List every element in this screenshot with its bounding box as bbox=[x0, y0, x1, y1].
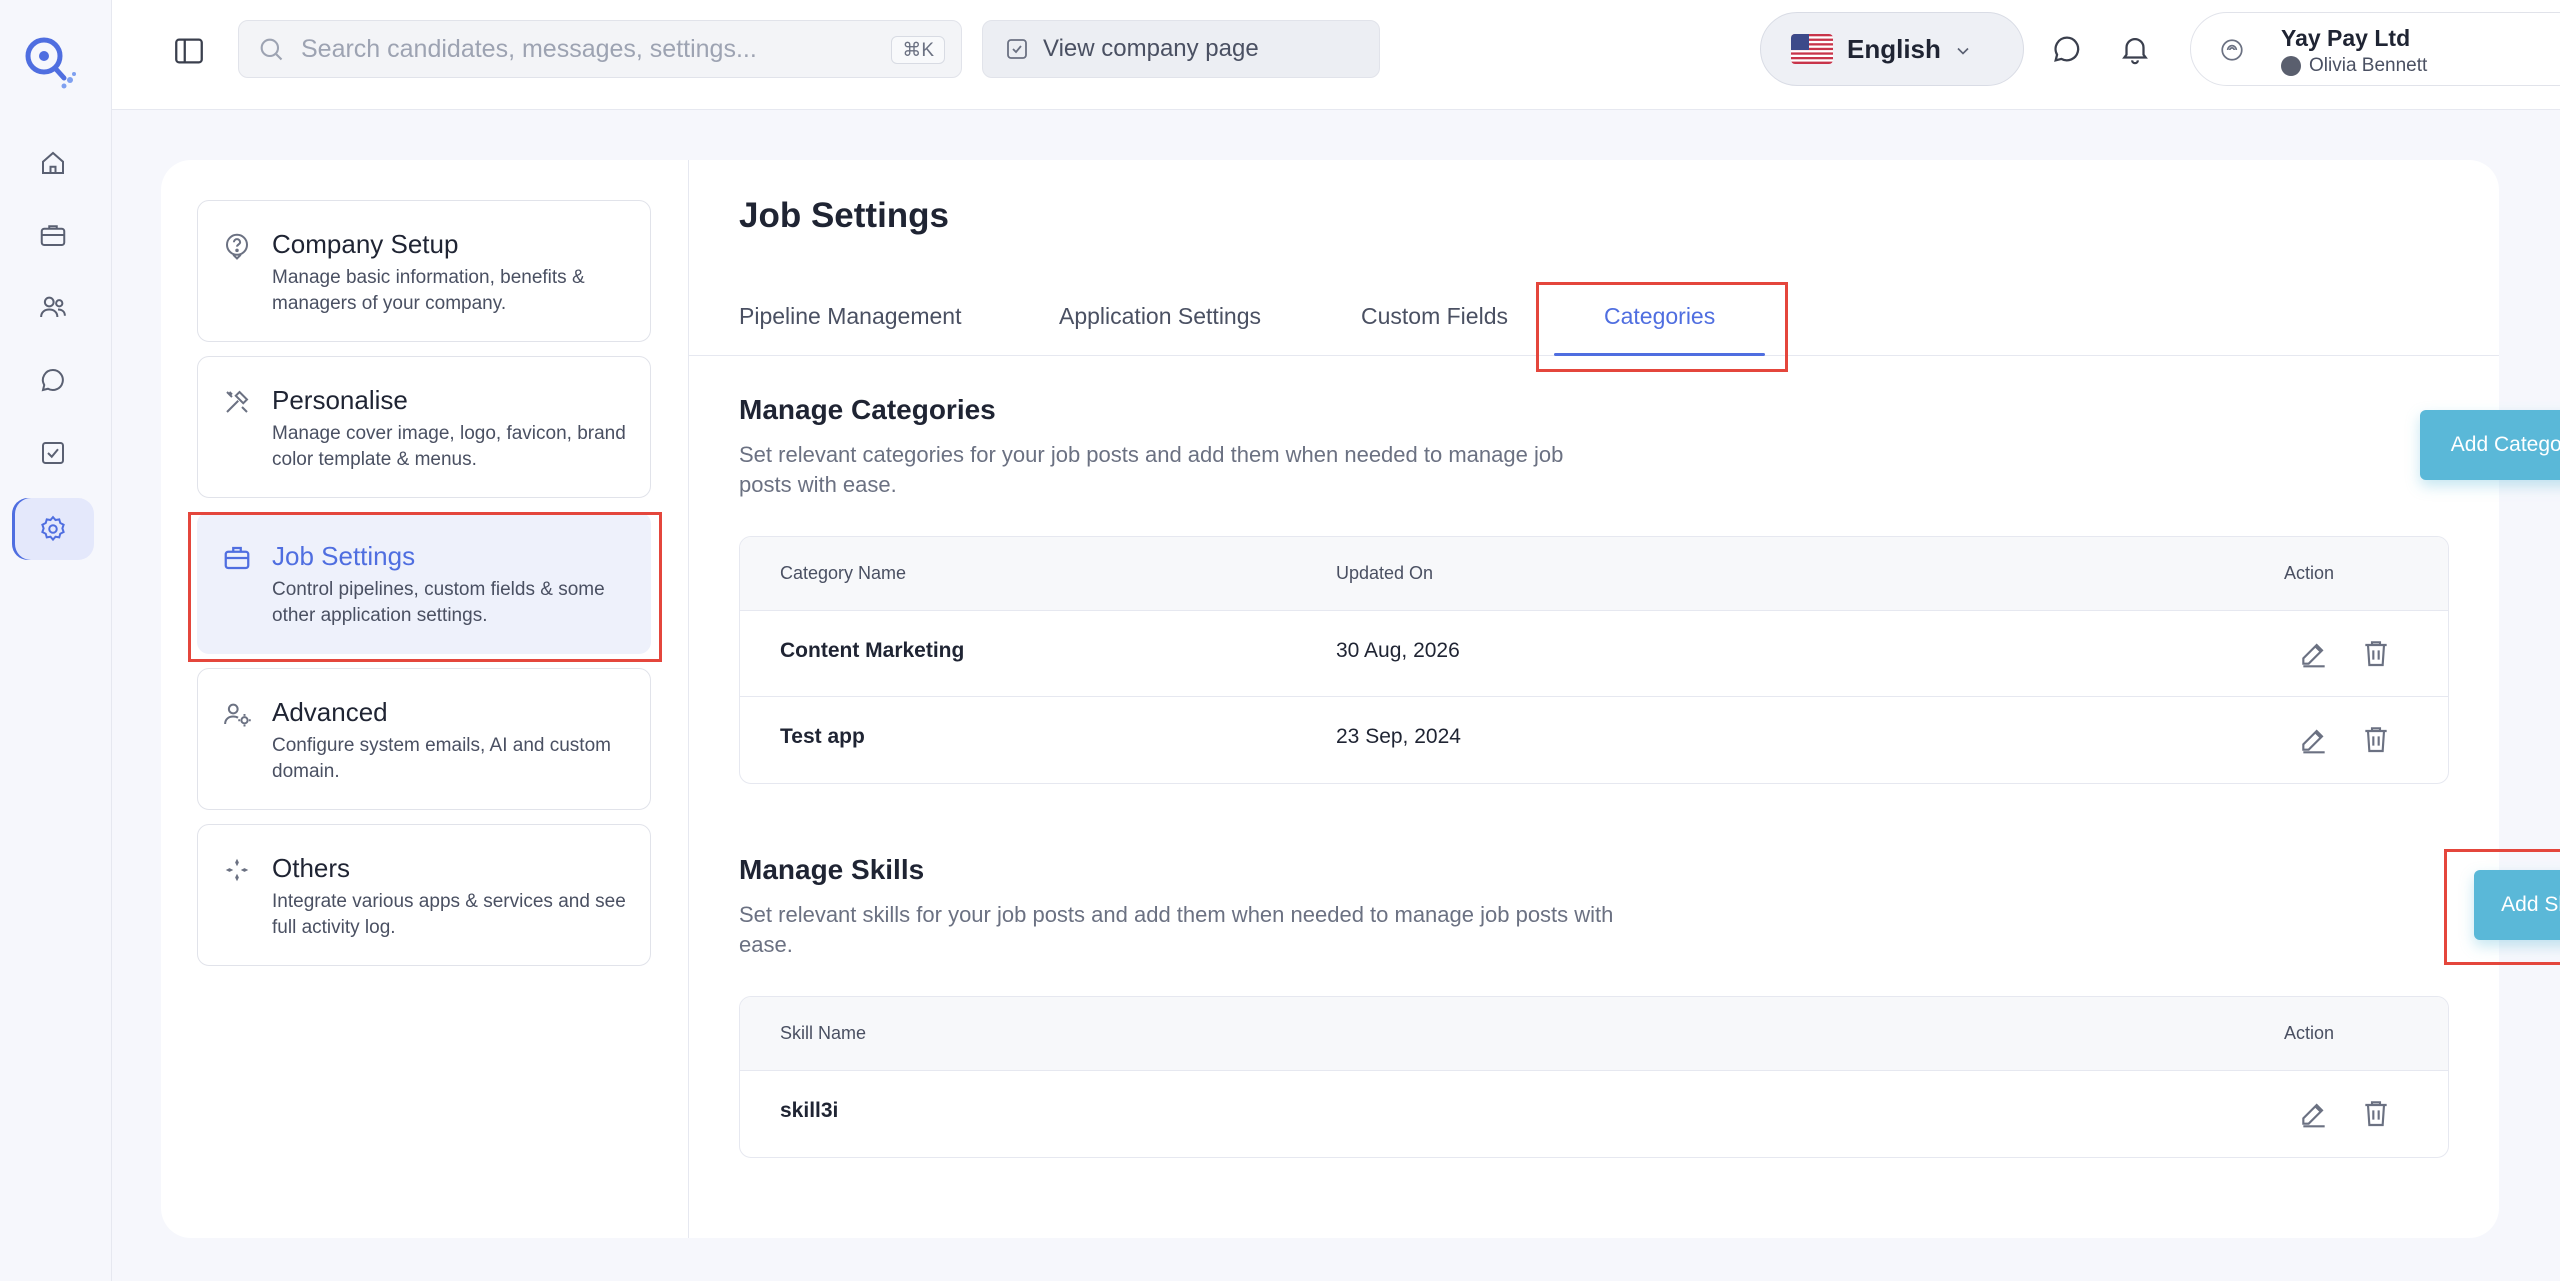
edit-icon[interactable] bbox=[2298, 723, 2330, 755]
nav-description: Control pipelines, custom fields & some … bbox=[272, 579, 605, 626]
edit-icon[interactable] bbox=[2298, 637, 2330, 669]
tab-custom-fields[interactable]: Custom Fields bbox=[1361, 296, 1508, 356]
skills-description: Set relevant skills for your job posts a… bbox=[739, 902, 1614, 957]
check-square-icon bbox=[1007, 39, 1027, 59]
sidebar-toggle-icon[interactable] bbox=[172, 34, 206, 68]
table-row: Content Marketing 30 Aug, 2026 bbox=[740, 611, 2448, 697]
add-skill-button[interactable]: Add Skill bbox=[2474, 870, 2560, 940]
edit-icon[interactable] bbox=[2298, 1097, 2330, 1129]
help-circle-icon bbox=[226, 233, 248, 260]
nav-title: Personalise bbox=[272, 385, 408, 415]
language-label: English bbox=[1847, 33, 1941, 64]
categories-table: Category Name Updated On Action Content … bbox=[739, 536, 2449, 784]
users-icon bbox=[40, 296, 66, 318]
column-header: Action bbox=[2284, 1023, 2335, 1043]
settings-card: Company Setup Manage basic information, … bbox=[161, 160, 2560, 1238]
app-rail bbox=[0, 0, 112, 1281]
view-company-label: View company page bbox=[1043, 35, 1259, 62]
category-name: Test app bbox=[780, 725, 865, 748]
nav-description: Integrate various apps & services and se… bbox=[272, 891, 626, 938]
updated-on: 23 Sep, 2024 bbox=[1336, 725, 1461, 748]
tab-bar: Pipeline Management Application Settings… bbox=[689, 296, 2499, 356]
nav-title: Job Settings bbox=[272, 541, 416, 571]
account-menu[interactable]: Yay Pay Ltd Olivia Bennett bbox=[2190, 12, 2560, 86]
table-header: Category Name Updated On Action bbox=[740, 537, 2448, 611]
app-logo[interactable] bbox=[16, 30, 80, 90]
rail-candidates[interactable] bbox=[12, 276, 94, 338]
user-info: Olivia Bennett bbox=[2281, 55, 2427, 77]
company-name: Yay Pay Ltd bbox=[2281, 25, 2411, 51]
categories-title: Manage Categories bbox=[739, 394, 996, 425]
nav-job-settings[interactable]: Job Settings Control pipelines, custom f… bbox=[197, 512, 651, 654]
categories-description: Set relevant categories for your job pos… bbox=[739, 442, 1564, 497]
skills-title: Manage Skills bbox=[739, 854, 925, 885]
bell-icon[interactable] bbox=[2118, 32, 2152, 66]
column-header: Category Name bbox=[780, 563, 907, 583]
column-header: Action bbox=[2284, 563, 2335, 583]
delete-icon[interactable] bbox=[2360, 637, 2392, 669]
rail-tasks[interactable] bbox=[12, 422, 94, 484]
us-flag-icon bbox=[1791, 34, 1833, 64]
add-category-button[interactable]: Add Category bbox=[2420, 410, 2560, 480]
table-row: Test app 23 Sep, 2024 bbox=[740, 697, 2448, 783]
checklist-icon bbox=[42, 442, 64, 464]
column-header: Skill Name bbox=[780, 1023, 867, 1043]
nav-description: Configure system emails, AI and custom d… bbox=[272, 735, 611, 782]
nav-company-setup[interactable]: Company Setup Manage basic information, … bbox=[197, 200, 651, 342]
chevron-down-icon bbox=[1957, 47, 1969, 55]
page-title: Job Settings bbox=[739, 196, 950, 235]
sparkle-grid-icon bbox=[225, 858, 249, 882]
rail-jobs[interactable] bbox=[12, 204, 94, 266]
home-icon bbox=[42, 151, 64, 174]
nav-personalise[interactable]: Personalise Manage cover image, logo, fa… bbox=[197, 356, 651, 498]
global-search[interactable]: ⌘K bbox=[238, 20, 962, 78]
language-selector[interactable]: English bbox=[1760, 12, 2024, 86]
company-logo-icon bbox=[2221, 39, 2243, 61]
avatar bbox=[2281, 56, 2301, 76]
nav-description: Manage cover image, logo, favicon, brand… bbox=[272, 423, 626, 470]
nav-others[interactable]: Others Integrate various apps & services… bbox=[197, 824, 651, 966]
settings-icon bbox=[41, 515, 65, 542]
delete-icon[interactable] bbox=[2360, 723, 2392, 755]
nav-title: Advanced bbox=[272, 697, 388, 727]
search-shortcut: ⌘K bbox=[891, 36, 945, 64]
user-name: Olivia Bennett bbox=[2309, 55, 2428, 76]
table-row: skill3i bbox=[740, 1071, 2448, 1157]
tools-icon bbox=[226, 390, 249, 413]
chat-icon[interactable] bbox=[2050, 32, 2084, 66]
briefcase-icon bbox=[224, 546, 250, 570]
nav-title: Others bbox=[272, 853, 351, 883]
delete-icon[interactable] bbox=[2360, 1097, 2392, 1129]
rail-settings[interactable] bbox=[12, 498, 94, 560]
user-settings-icon bbox=[224, 703, 251, 727]
search-input[interactable] bbox=[301, 34, 961, 64]
top-bar: ⌘K View company page English Yay Pay Ltd… bbox=[112, 0, 2560, 110]
briefcase-icon bbox=[40, 225, 66, 246]
rail-messages[interactable] bbox=[12, 349, 94, 411]
nav-title: Company Setup bbox=[272, 229, 459, 259]
view-company-button[interactable]: View company page bbox=[982, 20, 1380, 78]
tab-application-settings[interactable]: Application Settings bbox=[1059, 296, 1261, 356]
rail-home[interactable] bbox=[12, 132, 94, 194]
tab-pipeline-management[interactable]: Pipeline Management bbox=[739, 296, 961, 356]
skill-name: skill3i bbox=[780, 1099, 839, 1122]
message-icon bbox=[41, 368, 64, 392]
main-content: Job Settings Pipeline Management Applica… bbox=[689, 160, 2560, 1238]
nav-advanced[interactable]: Advanced Configure system emails, AI and… bbox=[197, 668, 651, 810]
table-header: Skill Name Action bbox=[740, 997, 2448, 1071]
updated-on: 30 Aug, 2026 bbox=[1336, 639, 1460, 662]
column-header: Updated On bbox=[1336, 563, 1434, 583]
skills-table: Skill Name Action skill3i bbox=[739, 996, 2449, 1158]
tab-categories[interactable]: Categories bbox=[1553, 296, 1766, 356]
search-icon bbox=[260, 38, 283, 61]
settings-nav: Company Setup Manage basic information, … bbox=[161, 160, 689, 1238]
nav-description: Manage basic information, benefits & man… bbox=[272, 267, 585, 314]
category-name: Content Marketing bbox=[780, 639, 965, 662]
